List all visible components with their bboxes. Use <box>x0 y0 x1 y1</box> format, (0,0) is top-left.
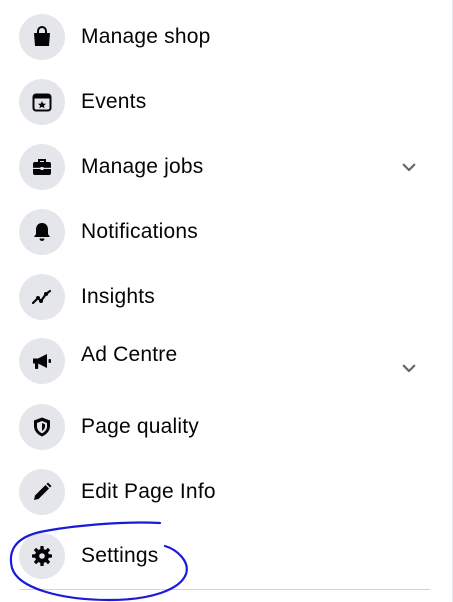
menu-item-notifications[interactable]: Notifications <box>14 202 434 262</box>
briefcase-icon <box>19 144 65 190</box>
menu-item-insights[interactable]: Insights <box>14 267 434 327</box>
chevron-down-icon[interactable] <box>398 156 420 178</box>
menu-item-label: Page quality <box>81 415 199 438</box>
menu-item-label: Manage shop <box>81 25 211 48</box>
menu-item-edit-page-info[interactable]: Edit Page Info <box>14 462 434 522</box>
shop-bag-icon <box>19 14 65 60</box>
menu-divider <box>20 589 430 590</box>
calendar-star-icon <box>19 79 65 125</box>
chevron-down-icon[interactable] <box>398 357 420 379</box>
gear-icon <box>19 533 65 579</box>
pencil-icon <box>19 469 65 515</box>
menu-item-ad-centre[interactable]: Ad Centre <box>14 331 434 391</box>
insights-graph-icon <box>19 274 65 320</box>
megaphone-icon <box>19 338 65 384</box>
bell-icon <box>19 209 65 255</box>
menu-item-label: Events <box>81 90 147 113</box>
menu-item-page-quality[interactable]: Page quality <box>14 397 434 457</box>
menu-item-label: Notifications <box>81 220 198 243</box>
menu-item-label: Manage jobs <box>81 155 204 178</box>
menu-item-settings[interactable]: Settings <box>14 526 434 586</box>
menu-item-label: Edit Page Info <box>81 480 216 503</box>
menu-item-manage-shop[interactable]: Manage shop <box>14 7 434 67</box>
shield-icon <box>19 404 65 450</box>
menu-item-label: Ad Centre <box>81 343 178 366</box>
menu-item-events[interactable]: Events <box>14 72 434 132</box>
shortcuts-menu: Manage shop Events Manage jobs Notificat… <box>0 0 453 602</box>
menu-item-label: Insights <box>81 285 155 308</box>
menu-item-label: Settings <box>81 544 159 567</box>
menu-item-manage-jobs[interactable]: Manage jobs <box>14 137 434 197</box>
